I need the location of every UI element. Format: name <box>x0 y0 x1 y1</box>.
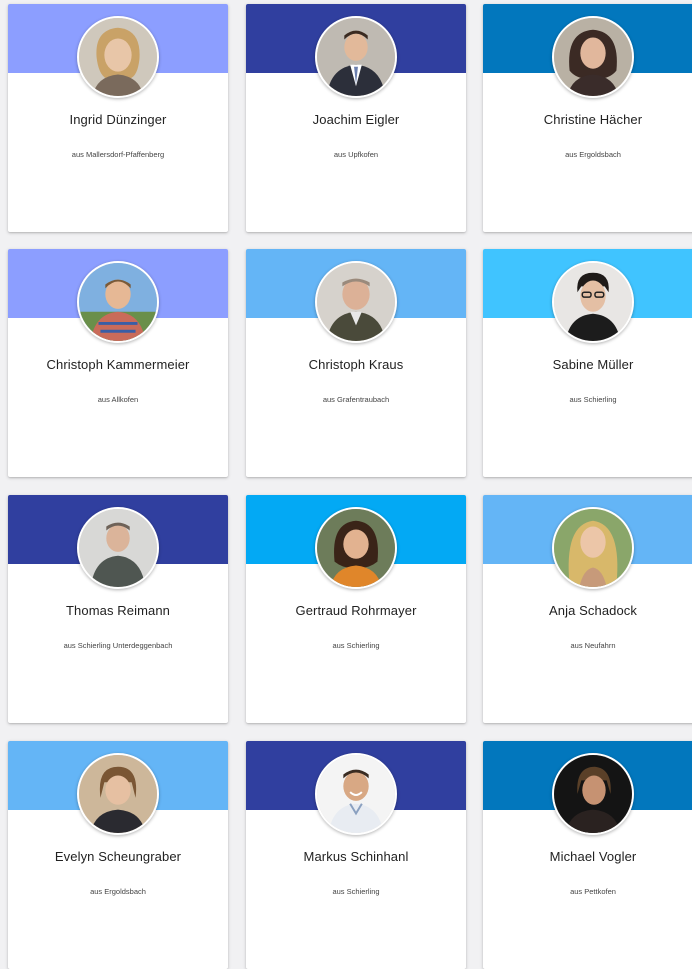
member-card[interactable]: Christoph Kraus aus Grafentraubach <box>246 249 466 477</box>
member-name: Christoph Kraus <box>308 357 404 372</box>
avatar <box>552 16 634 98</box>
avatar <box>315 16 397 98</box>
member-card[interactable]: Markus Schinhanl aus Schierling <box>246 741 466 969</box>
avatar <box>77 753 159 835</box>
portrait-photo <box>317 18 395 96</box>
avatar <box>77 16 159 98</box>
member-origin: aus Schierling Unterdeggenbach <box>63 641 173 650</box>
member-origin: aus Neufahrn <box>570 641 616 650</box>
member-origin: aus Mallersdorf-Pfaffenberg <box>71 150 165 159</box>
member-grid: Ingrid Dünzinger aus Mallersdorf-Pfaffen… <box>0 0 692 969</box>
member-origin: aus Ergoldsbach <box>90 887 146 896</box>
member-card[interactable]: Ingrid Dünzinger aus Mallersdorf-Pfaffen… <box>8 4 228 232</box>
member-name: Gertraud Rohrmayer <box>295 603 417 618</box>
portrait-photo <box>79 263 157 341</box>
avatar <box>315 507 397 589</box>
member-name: Ingrid Dünzinger <box>69 112 167 127</box>
member-card[interactable]: Sabine Müller aus Schierling <box>483 249 692 477</box>
portrait-photo <box>79 755 157 833</box>
member-name: Anja Schadock <box>548 603 638 618</box>
portrait-photo <box>554 263 632 341</box>
portrait-photo <box>554 18 632 96</box>
member-name: Christine Hächer <box>543 112 643 127</box>
portrait-photo <box>79 18 157 96</box>
avatar <box>77 507 159 589</box>
member-card[interactable]: Anja Schadock aus Neufahrn <box>483 495 692 723</box>
avatar <box>315 753 397 835</box>
member-origin: aus Upfkofen <box>333 150 379 159</box>
member-origin: aus Ergoldsbach <box>565 150 621 159</box>
member-name: Michael Vogler <box>549 849 637 864</box>
avatar <box>315 261 397 343</box>
avatar <box>552 753 634 835</box>
avatar <box>77 261 159 343</box>
member-origin: aus Pettkofen <box>570 887 616 896</box>
member-origin: aus Schierling <box>569 395 617 404</box>
portrait-photo <box>317 263 395 341</box>
member-name: Christoph Kammermeier <box>46 357 190 372</box>
member-card[interactable]: Gertraud Rohrmayer aus Schierling <box>246 495 466 723</box>
portrait-photo <box>79 509 157 587</box>
member-origin: aus Allkofen <box>97 395 139 404</box>
member-card[interactable]: Joachim Eigler aus Upfkofen <box>246 4 466 232</box>
member-card[interactable]: Christine Hächer aus Ergoldsbach <box>483 4 692 232</box>
avatar <box>552 507 634 589</box>
portrait-photo <box>317 509 395 587</box>
member-name: Thomas Reimann <box>66 603 170 618</box>
member-name: Joachim Eigler <box>312 112 400 127</box>
avatar <box>552 261 634 343</box>
portrait-photo <box>554 755 632 833</box>
member-card[interactable]: Michael Vogler aus Pettkofen <box>483 741 692 969</box>
member-origin: aus Schierling <box>332 887 380 896</box>
member-origin: aus Grafentraubach <box>322 395 390 404</box>
member-name: Sabine Müller <box>552 357 634 372</box>
portrait-photo <box>317 755 395 833</box>
portrait-photo <box>554 509 632 587</box>
member-card[interactable]: Evelyn Scheungraber aus Ergoldsbach <box>8 741 228 969</box>
member-name: Markus Schinhanl <box>303 849 409 864</box>
member-name: Evelyn Scheungraber <box>54 849 182 864</box>
member-card[interactable]: Thomas Reimann aus Schierling Unterdegge… <box>8 495 228 723</box>
member-origin: aus Schierling <box>332 641 380 650</box>
member-card[interactable]: Christoph Kammermeier aus Allkofen <box>8 249 228 477</box>
